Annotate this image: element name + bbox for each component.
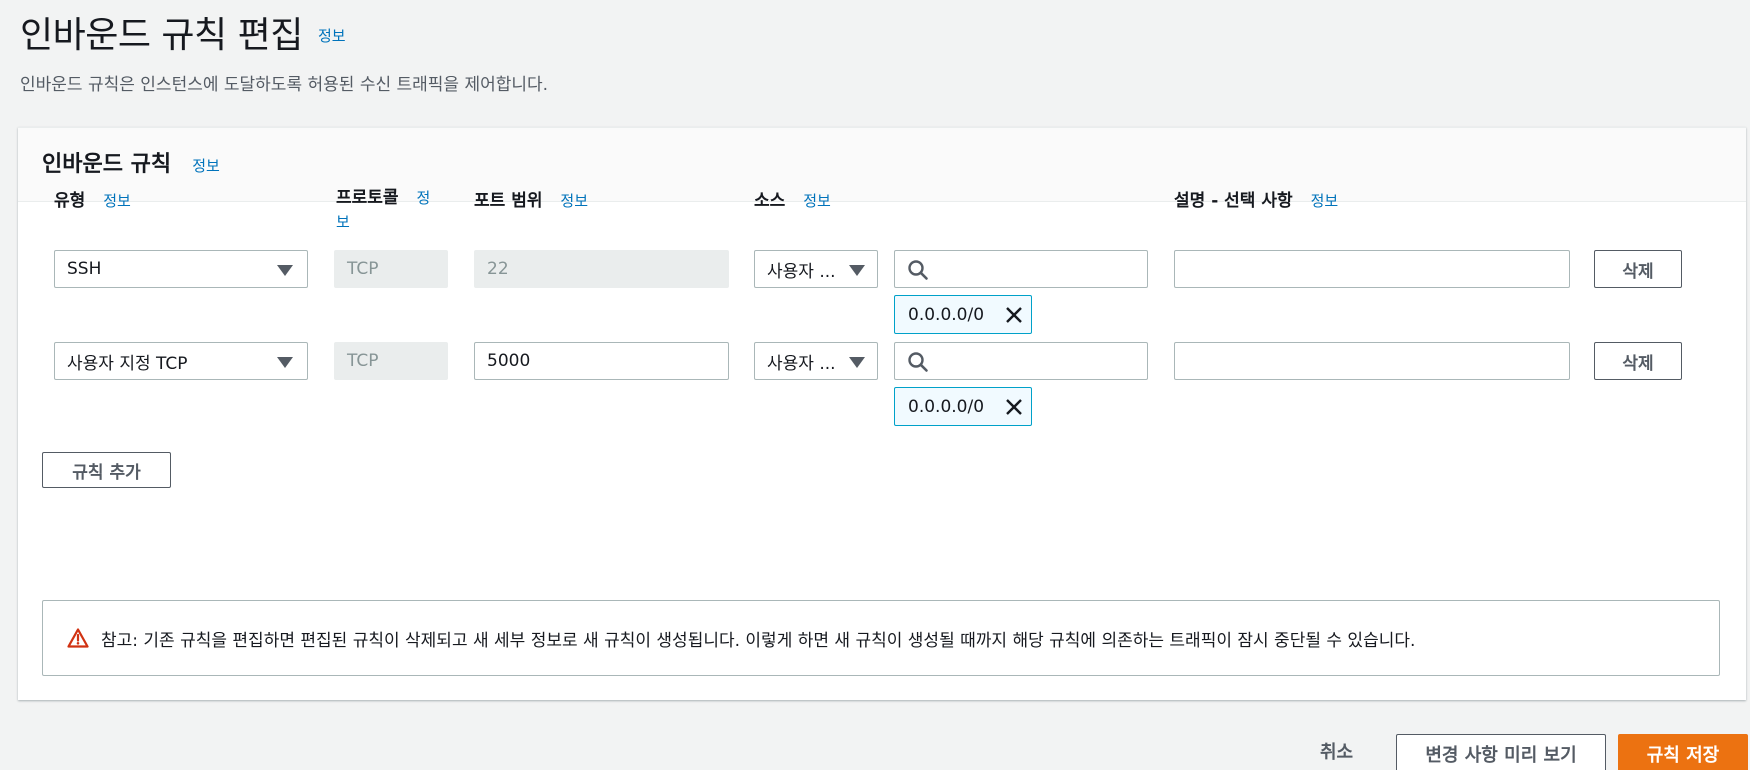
description-input[interactable] — [1174, 250, 1570, 288]
col-type-info-link[interactable]: 정보 — [103, 192, 131, 210]
search-icon — [908, 260, 928, 280]
port-range-value: 5000 — [487, 351, 531, 371]
type-select[interactable]: 사용자 지정 TCP — [54, 342, 308, 380]
add-rule-button[interactable]: 규칙 추가 — [42, 452, 171, 488]
inbound-rules-panel: 인바운드 규칙 정보 유형 정보 프로토콜 정 보 포트 범위 정보 소스 정보… — [18, 127, 1746, 700]
col-source-info-link[interactable]: 정보 — [803, 192, 831, 210]
col-type-label: 유형 — [54, 191, 86, 211]
warning-alert: 참고: 기존 규칙을 편집하면 편집된 규칙이 삭제되고 새 세부 정보로 새 … — [42, 600, 1720, 676]
col-port-info-link[interactable]: 정보 — [560, 192, 588, 210]
col-protocol-info-link[interactable]: 정 — [416, 189, 430, 207]
caret-down-icon — [277, 265, 293, 276]
panel-header: 인바운드 규칙 정보 — [18, 128, 1746, 202]
col-port-label: 포트 범위 — [474, 191, 543, 211]
warning-icon — [67, 628, 89, 648]
col-description-header: 설명 - 선택 사항 정보 — [1174, 186, 1338, 211]
col-protocol-label: 프로토콜 — [336, 188, 399, 208]
caret-down-icon — [849, 357, 865, 368]
search-icon — [908, 352, 928, 372]
col-port-header: 포트 범위 정보 — [474, 186, 588, 211]
col-source-label: 소스 — [754, 191, 786, 211]
cidr-token-label: 0.0.0.0/0 — [908, 396, 985, 417]
protocol-field: TCP — [334, 250, 448, 288]
cancel-button[interactable]: 취소 — [1320, 738, 1353, 764]
col-protocol-header: 프로토콜 정 보 — [336, 186, 446, 234]
cidr-token: 0.0.0.0/0 — [894, 295, 1032, 334]
preview-changes-button[interactable]: 변경 사항 미리 보기 — [1396, 734, 1606, 770]
protocol-value: TCP — [347, 351, 379, 371]
cidr-token: 0.0.0.0/0 — [894, 387, 1032, 426]
port-range-value: 22 — [487, 259, 509, 279]
page-title: 인바운드 규칙 편집 — [20, 15, 303, 56]
type-select-value: SSH — [67, 259, 102, 279]
page-header: 인바운드 규칙 편집 정보 — [20, 6, 346, 58]
close-icon[interactable] — [1003, 304, 1025, 326]
page-info-link[interactable]: 정보 — [318, 27, 346, 45]
col-source-header: 소스 정보 — [754, 186, 831, 211]
source-search-input[interactable] — [894, 342, 1148, 380]
col-description-label: 설명 - 선택 사항 — [1174, 191, 1293, 211]
alert-text: 참고: 기존 규칙을 편집하면 편집된 규칙이 삭제되고 새 세부 정보로 새 … — [101, 630, 1416, 651]
panel-title: 인바운드 규칙 — [42, 152, 172, 177]
description-input[interactable] — [1174, 342, 1570, 380]
protocol-field: TCP — [334, 342, 448, 380]
protocol-value: TCP — [347, 259, 379, 279]
delete-button[interactable]: 삭제 — [1594, 250, 1682, 288]
col-description-info-link[interactable]: 정보 — [1311, 192, 1339, 210]
delete-button[interactable]: 삭제 — [1594, 342, 1682, 380]
save-rules-button[interactable]: 규칙 저장 — [1618, 734, 1748, 770]
port-range-input: 22 — [474, 250, 729, 288]
source-type-select[interactable]: 사용자 ... — [754, 342, 878, 380]
cidr-token-label: 0.0.0.0/0 — [908, 304, 985, 325]
source-type-select[interactable]: 사용자 ... — [754, 250, 878, 288]
col-type-header: 유형 정보 — [54, 186, 131, 211]
caret-down-icon — [849, 265, 865, 276]
page-description: 인바운드 규칙은 인스턴스에 도달하도록 허용된 수신 트래픽을 제어합니다. — [20, 75, 549, 95]
panel-info-link[interactable]: 정보 — [192, 157, 220, 175]
port-range-input[interactable]: 5000 — [474, 342, 729, 380]
source-type-value: 사용자 ... — [767, 353, 836, 374]
type-select[interactable]: SSH — [54, 250, 308, 288]
source-type-value: 사용자 ... — [767, 261, 836, 282]
type-select-value: 사용자 지정 TCP — [67, 353, 188, 374]
col-protocol-info-link-wrap[interactable]: 보 — [336, 213, 350, 231]
caret-down-icon — [277, 357, 293, 368]
source-search-input[interactable] — [894, 250, 1148, 288]
close-icon[interactable] — [1003, 396, 1025, 418]
